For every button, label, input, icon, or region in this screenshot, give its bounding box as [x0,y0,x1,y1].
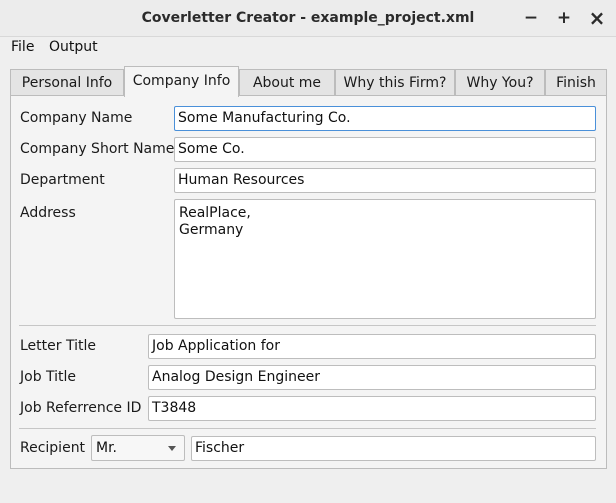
tab-about-me[interactable]: About me [239,69,335,96]
address-textarea[interactable]: RealPlace, Germany [174,199,596,319]
company-name-field[interactable]: Some Manufacturing Co. [174,106,596,131]
maximize-button[interactable]: + [551,6,577,30]
tab-why-you[interactable]: Why You? [455,69,545,96]
department-field[interactable]: Human Resources [174,168,596,193]
job-reference-id-label: Job Referrence ID [20,400,142,416]
job-title-label: Job Title [20,369,77,385]
close-button[interactable]: × [584,6,610,30]
letter-title-field[interactable]: Job Application for [148,334,596,359]
address-label: Address [20,205,76,221]
menu-file[interactable]: File [11,39,34,55]
company-short-name-label: Company Short Name [20,141,175,157]
tab-why-this-firm[interactable]: Why this Firm? [335,69,455,96]
department-label: Department [20,172,105,188]
chevron-down-icon [168,446,176,451]
job-title-field[interactable]: Analog Design Engineer [148,365,596,390]
company-name-label: Company Name [20,110,133,126]
section-divider [19,325,596,326]
salutation-dropdown[interactable]: Mr. [91,435,185,461]
minimize-button[interactable]: − [518,6,544,30]
section-divider [19,428,596,429]
recipient-name-field[interactable]: Fischer [191,436,596,461]
job-reference-id-field[interactable]: T3848 [148,396,596,421]
tab-finish[interactable]: Finish [545,69,607,96]
tab-company-info[interactable]: Company Info [124,66,239,97]
company-short-name-field[interactable]: Some Co. [174,137,596,162]
letter-title-label: Letter Title [20,338,96,354]
salutation-selected-value: Mr. [96,440,117,456]
menu-bar: File Output [0,37,616,61]
menu-output[interactable]: Output [49,39,98,55]
title-bar[interactable]: Coverletter Creator - example_project.xm… [0,0,616,37]
recipient-label: Recipient [20,440,86,456]
tab-personal-info[interactable]: Personal Info [10,69,124,96]
